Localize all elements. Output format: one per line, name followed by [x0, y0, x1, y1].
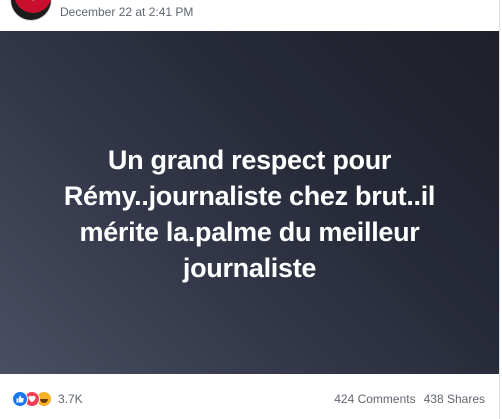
facebook-post: December 22 at 2:41 PM Un grand respect …: [0, 0, 502, 419]
shares-count-link[interactable]: 438 Shares: [424, 392, 485, 406]
post-header: December 22 at 2:41 PM: [0, 0, 499, 30]
post-footer: 3.7K 424 Comments 438 Shares: [0, 374, 499, 419]
reaction-count: 3.7K: [58, 392, 83, 406]
post-border: [499, 0, 500, 419]
post-timestamp[interactable]: December 22 at 2:41 PM: [60, 5, 193, 19]
post-text: Un grand respect pour Rémy..journaliste …: [63, 144, 436, 283]
post-text-card: Un grand respect pour Rémy..journaliste …: [0, 31, 499, 374]
thumbs-up-icon: [16, 395, 24, 403]
comments-count-link[interactable]: 424 Comments: [334, 392, 415, 406]
heart-icon: [28, 395, 36, 403]
engagement-counts: 424 Comments 438 Shares: [334, 392, 485, 406]
author-avatar[interactable]: [11, 0, 51, 20]
reactions-summary[interactable]: 3.7K: [12, 391, 83, 407]
laughing-face-mouth: [40, 398, 48, 403]
like-icon: [12, 391, 28, 407]
